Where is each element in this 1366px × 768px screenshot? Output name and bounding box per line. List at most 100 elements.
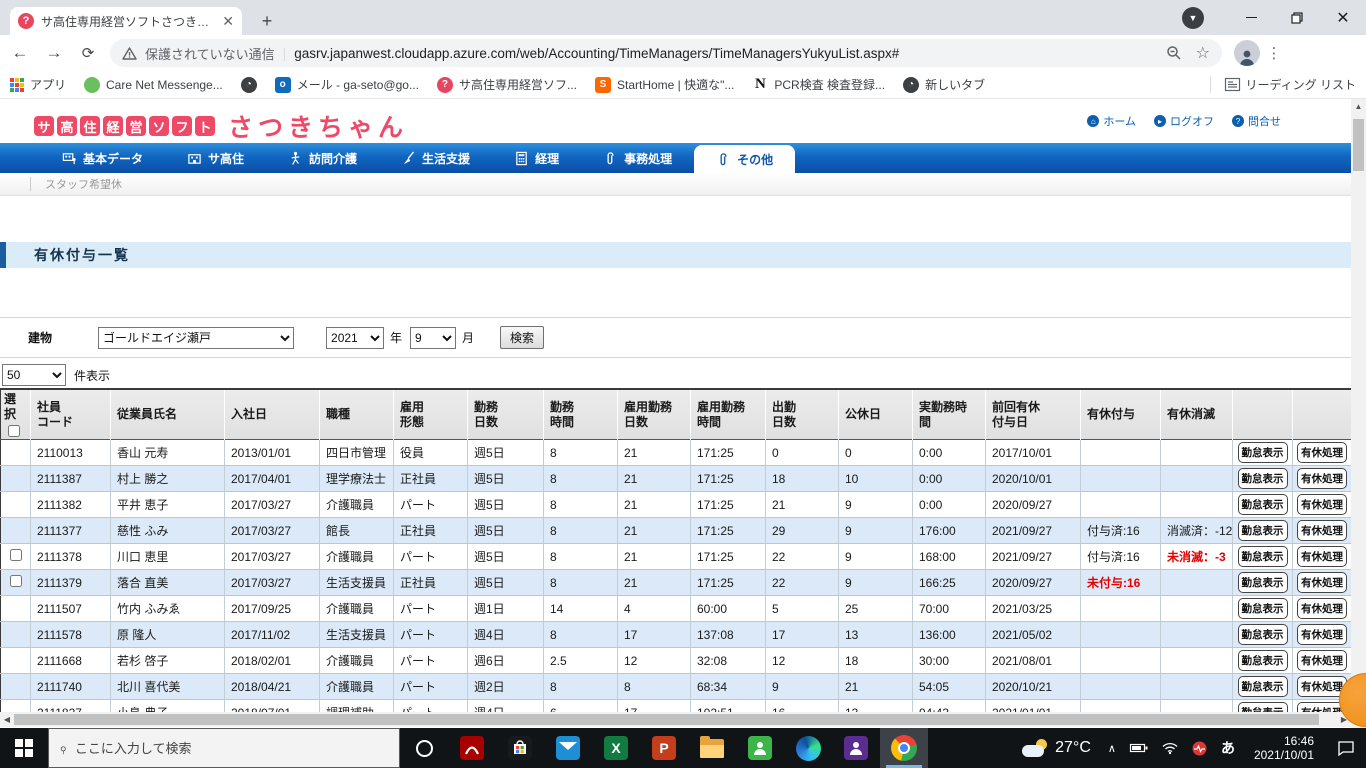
browser-tab[interactable]: ? サ高住専用経営ソフトさつきちゃん ✕: [10, 7, 242, 35]
purple-app-button[interactable]: [832, 728, 880, 768]
restore-button[interactable]: [1274, 0, 1320, 35]
scroll-left-arrow-icon[interactable]: ◀: [0, 712, 14, 727]
yukyu-process-button[interactable]: 有休処理: [1297, 442, 1347, 463]
kintai-display-button[interactable]: 勤怠表示: [1237, 650, 1288, 671]
file-explorer-button[interactable]: [688, 728, 736, 768]
store-button[interactable]: [496, 728, 544, 768]
close-window-button[interactable]: ✕: [1320, 0, 1366, 35]
kintai-display-button[interactable]: 勤怠表示: [1237, 546, 1288, 567]
cell-kintai-action: 勤怠表示: [1232, 491, 1293, 518]
row-checkbox[interactable]: [9, 549, 22, 561]
apps-shortcut[interactable]: アプリ: [10, 76, 66, 93]
taskbar-search-input[interactable]: [74, 740, 389, 756]
kintai-display-button[interactable]: 勤怠表示: [1237, 520, 1288, 541]
yukyu-process-button[interactable]: 有休処理: [1297, 598, 1347, 619]
vertical-scrollbar[interactable]: ▲ ▼: [1351, 99, 1366, 728]
kintai-display-button[interactable]: 勤怠表示: [1237, 442, 1288, 463]
vertical-scroll-thumb[interactable]: [1353, 119, 1364, 171]
table-row: 2111378 川口 恵里 2017/03/27 介護職員 パート 週5日 8 21 171:2…: [0, 543, 1352, 570]
bookmark-care-net[interactable]: Care Net Messenge...: [84, 76, 223, 93]
reading-list-button[interactable]: リーディング リスト: [1209, 76, 1356, 93]
nav-sakoju[interactable]: サ高住: [165, 143, 266, 173]
breadcrumb-text[interactable]: スタッフ希望休: [45, 176, 122, 192]
cell-code: 2111378: [30, 543, 111, 570]
ime-indicator[interactable]: あ: [1214, 728, 1242, 768]
battery-icon[interactable]: [1123, 728, 1155, 768]
tray-expand-icon[interactable]: ∧: [1101, 728, 1123, 768]
inquiry-link[interactable]: ? 問合せ: [1232, 113, 1281, 129]
start-button[interactable]: [0, 728, 48, 768]
month-select[interactable]: 9: [410, 326, 457, 349]
cortana-button[interactable]: [400, 728, 448, 768]
browser-menu-icon[interactable]: ⋮: [1260, 44, 1288, 62]
header-code: 社員 コード: [30, 389, 111, 440]
health-tray-icon[interactable]: [1185, 728, 1214, 768]
site-logo[interactable]: サ 高 住 経 営 ソ フ ト さつきちゃん: [34, 108, 408, 144]
powerpoint-button[interactable]: P: [640, 728, 688, 768]
address-bar[interactable]: 保護されていない通信 | gasrv.japanwest.cloudapp.az…: [110, 39, 1222, 67]
nav-office-work[interactable]: 事務処理: [581, 143, 694, 173]
kintai-display-button[interactable]: 勤怠表示: [1237, 676, 1288, 697]
main-nav: 基本データ サ高住 訪問介護 生活支援 経理 事務処理 その他: [0, 143, 1366, 173]
acrobat-button[interactable]: [448, 728, 496, 768]
minimize-button[interactable]: [1228, 0, 1274, 35]
forward-icon[interactable]: →: [40, 39, 68, 67]
yukyu-process-button[interactable]: 有休処理: [1297, 546, 1347, 567]
kintai-display-button[interactable]: 勤怠表示: [1237, 624, 1288, 645]
nav-basic-data[interactable]: 基本データ: [40, 143, 165, 173]
cell-name: 香山 元寿: [110, 439, 225, 466]
account-badge-icon[interactable]: ▼: [1182, 6, 1204, 29]
new-tab-button[interactable]: +: [254, 8, 280, 34]
refresh-icon[interactable]: ⟳: [74, 39, 102, 67]
yukyu-process-button[interactable]: 有休処理: [1297, 650, 1347, 671]
edge-button[interactable]: [784, 728, 832, 768]
year-select[interactable]: 2021: [326, 326, 385, 349]
yukyu-process-button[interactable]: 有休処理: [1297, 494, 1347, 515]
yukyu-process-button[interactable]: 有休処理: [1297, 520, 1347, 541]
search-button[interactable]: 検索: [500, 326, 545, 349]
bookmark-mail[interactable]: o メール - ga-seto@go...: [274, 76, 419, 93]
cell-emp-work-hours: 171:25: [690, 569, 766, 596]
nav-life-support[interactable]: 生活支援: [379, 143, 492, 173]
excel-button[interactable]: X: [592, 728, 640, 768]
back-icon[interactable]: ←: [6, 39, 34, 67]
yukyu-process-button[interactable]: 有休処理: [1297, 572, 1347, 593]
tab-close-icon[interactable]: ✕: [222, 14, 234, 28]
building-select[interactable]: ゴールドエイジ瀬戸: [98, 326, 295, 349]
care-app-button[interactable]: [736, 728, 784, 768]
home-link[interactable]: ⌂ ホーム: [1087, 113, 1136, 129]
logoff-link[interactable]: ▸ ログオフ: [1154, 113, 1214, 129]
kintai-display-button[interactable]: 勤怠表示: [1237, 468, 1288, 489]
chrome-button[interactable]: [880, 728, 928, 768]
bookmark-newtab[interactable]: ◔ 新しいタブ: [903, 76, 985, 93]
scroll-up-arrow-icon[interactable]: ▲: [1351, 99, 1366, 114]
nav-accounting[interactable]: 経理: [492, 143, 581, 173]
page-size-select[interactable]: 50: [2, 364, 66, 386]
kintai-display-button[interactable]: 勤怠表示: [1237, 572, 1288, 593]
yukyu-process-button[interactable]: 有休処理: [1297, 624, 1347, 645]
action-center-button[interactable]: [1326, 740, 1366, 756]
kintai-display-button[interactable]: 勤怠表示: [1237, 494, 1288, 515]
wifi-icon[interactable]: [1155, 728, 1185, 768]
select-all-checkbox[interactable]: [8, 425, 20, 437]
mail-button[interactable]: [544, 728, 592, 768]
profile-avatar[interactable]: [1234, 40, 1260, 66]
nav-homecare[interactable]: 訪問介護: [266, 143, 379, 173]
yukyu-process-button[interactable]: 有休処理: [1297, 468, 1347, 489]
bookmark-satsuki[interactable]: ? サ高住専用経営ソフ...: [436, 76, 577, 93]
zoom-indicator-icon[interactable]: [1166, 45, 1182, 61]
bookmark-globe[interactable]: ◔: [240, 76, 257, 93]
bookmark-star-icon[interactable]: ☆: [1196, 43, 1210, 63]
row-checkbox[interactable]: [9, 575, 22, 587]
cell-work-week: 週5日: [467, 569, 544, 596]
weather-widget[interactable]: 27°C: [1012, 739, 1101, 757]
horizontal-scroll-thumb[interactable]: [14, 714, 1319, 725]
kintai-display-button[interactable]: 勤怠表示: [1237, 598, 1288, 619]
bookmark-starthome[interactable]: S StartHome | 快適な"...: [594, 76, 734, 93]
bookmark-pcr[interactable]: N PCR検査 検査登録...: [752, 76, 885, 93]
cell-select: [0, 569, 31, 596]
nav-others[interactable]: その他: [694, 145, 796, 173]
taskbar-clock[interactable]: 16:46 2021/10/01: [1242, 734, 1326, 762]
horizontal-scrollbar[interactable]: ◀ ▶: [0, 712, 1351, 727]
taskbar-search[interactable]: ⌕: [48, 728, 400, 768]
